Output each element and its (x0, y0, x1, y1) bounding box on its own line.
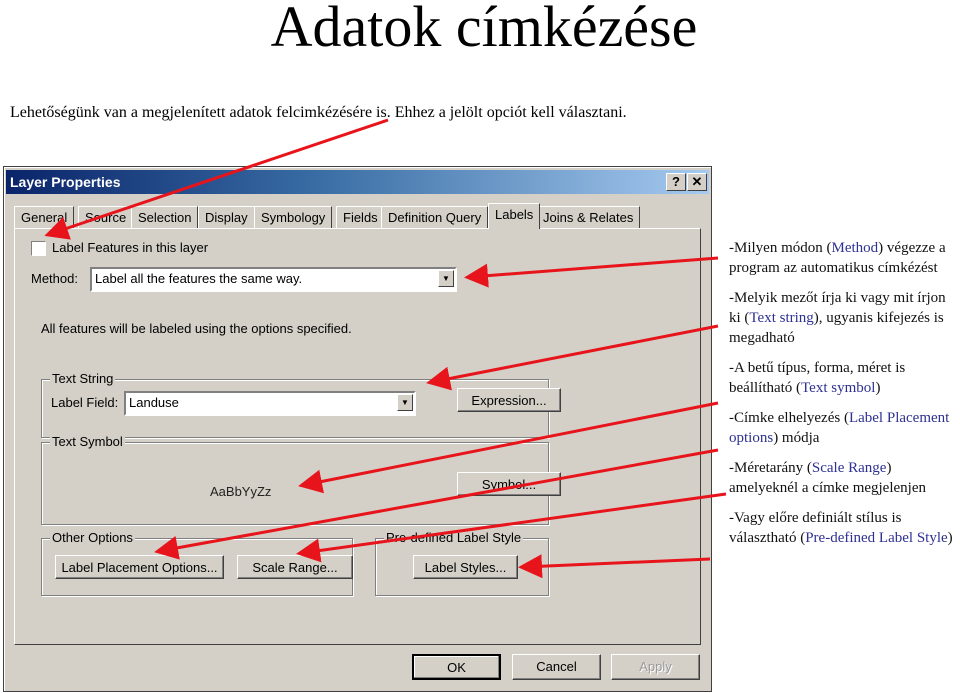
predefined-label-style-group: Pre-defined Label Style Label Styles... (375, 530, 549, 596)
label-field-label: Label Field: (51, 395, 119, 410)
note-method: -Milyen módon (Method) végezze a program… (729, 238, 960, 278)
tab-display[interactable]: Display (198, 206, 255, 228)
tab-selection[interactable]: Selection (131, 206, 199, 228)
tab-joins-relates[interactable]: Joins & Relates (536, 206, 641, 228)
apply-button[interactable]: Apply (611, 654, 700, 680)
close-button[interactable]: ✕ (687, 173, 707, 191)
text-string-group: Text String Label Field: Landuse ▼ Expre… (41, 371, 561, 438)
help-button[interactable]: ? (666, 173, 686, 191)
chevron-down-icon[interactable]: ▼ (397, 394, 413, 411)
expression-button[interactable]: Expression... (457, 388, 561, 412)
labels-panel: Label Features in this layer Method: Lab… (14, 228, 701, 645)
method-value: Label all the features the same way. (95, 271, 303, 286)
note-scale-range: -Méretarány (Scale Range) amelyeknél a c… (729, 458, 960, 498)
note-highlight: Scale Range (811, 460, 887, 476)
layer-properties-dialog: Layer Properties ? ✕ General Source Sele… (3, 166, 712, 692)
label-features-checkbox[interactable] (31, 241, 46, 256)
symbol-button[interactable]: Symbol... (457, 472, 561, 496)
method-label: Method: (31, 271, 78, 286)
cancel-button[interactable]: Cancel (512, 654, 601, 680)
text-symbol-sample: AaBbYyZz (210, 484, 272, 499)
label-styles-button[interactable]: Label Styles... (413, 555, 518, 579)
tab-definition-query[interactable]: Definition Query (381, 206, 489, 228)
other-options-group: Other Options Label Placement Options...… (41, 530, 353, 596)
text-string-legend: Text String (50, 371, 116, 386)
tab-fields[interactable]: Fields (336, 206, 385, 228)
note-text: -Méretarány ( (729, 460, 812, 476)
tab-labels[interactable]: Labels (488, 203, 541, 229)
note-text: -Címke elhelyezés ( (729, 410, 849, 426)
ok-button[interactable]: OK (412, 654, 501, 680)
note-predefined-style: -Vagy előre definiált stílus is választh… (729, 508, 960, 548)
text-symbol-legend: Text Symbol (50, 434, 125, 449)
note-highlight: Method (831, 240, 879, 256)
tab-symbology[interactable]: Symbology (254, 206, 333, 228)
note-text: ) (875, 380, 881, 396)
label-field-value: Landuse (129, 395, 179, 410)
other-options-legend: Other Options (50, 530, 135, 545)
info-text: All features will be labeled using the o… (41, 321, 352, 336)
intro-text: Lehetőségünk van a megjelenített adatok … (10, 104, 627, 121)
note-highlight: Text string (749, 310, 814, 326)
note-text: ) módja (773, 430, 820, 446)
note-highlight: Text symbol (801, 380, 876, 396)
note-highlight: Pre-defined Label Style (805, 530, 948, 546)
dialog-title: Layer Properties (10, 174, 121, 190)
note-text-symbol: -A betű típus, forma, méret is beállítha… (729, 358, 960, 398)
tab-general[interactable]: General (14, 206, 75, 228)
note-label-placement: -Címke elhelyezés (Label Placement optio… (729, 408, 960, 448)
note-text: ) (947, 530, 953, 546)
chevron-down-icon[interactable]: ▼ (438, 270, 454, 287)
dialog-titlebar[interactable]: Layer Properties ? ✕ (6, 170, 709, 194)
scale-range-button[interactable]: Scale Range... (237, 555, 353, 579)
annotation-notes: -Milyen módon (Method) végezze a program… (729, 238, 960, 558)
label-field-dropdown[interactable]: Landuse ▼ (124, 391, 416, 416)
note-text-string: -Melyik mezőt írja ki vagy mit írjon ki … (729, 288, 960, 348)
note-text: -Milyen módon ( (729, 240, 832, 256)
text-symbol-group: Text Symbol AaBbYyZz Symbol... (41, 434, 561, 525)
close-icon: ✕ (691, 174, 703, 189)
tab-source[interactable]: Source (78, 206, 134, 228)
label-placement-options-button[interactable]: Label Placement Options... (55, 555, 224, 579)
predefined-legend: Pre-defined Label Style (384, 530, 524, 545)
method-dropdown[interactable]: Label all the features the same way. ▼ (90, 267, 457, 292)
page-title: Adatok címkézése (270, 0, 698, 59)
label-features-label: Label Features in this layer (52, 240, 209, 255)
